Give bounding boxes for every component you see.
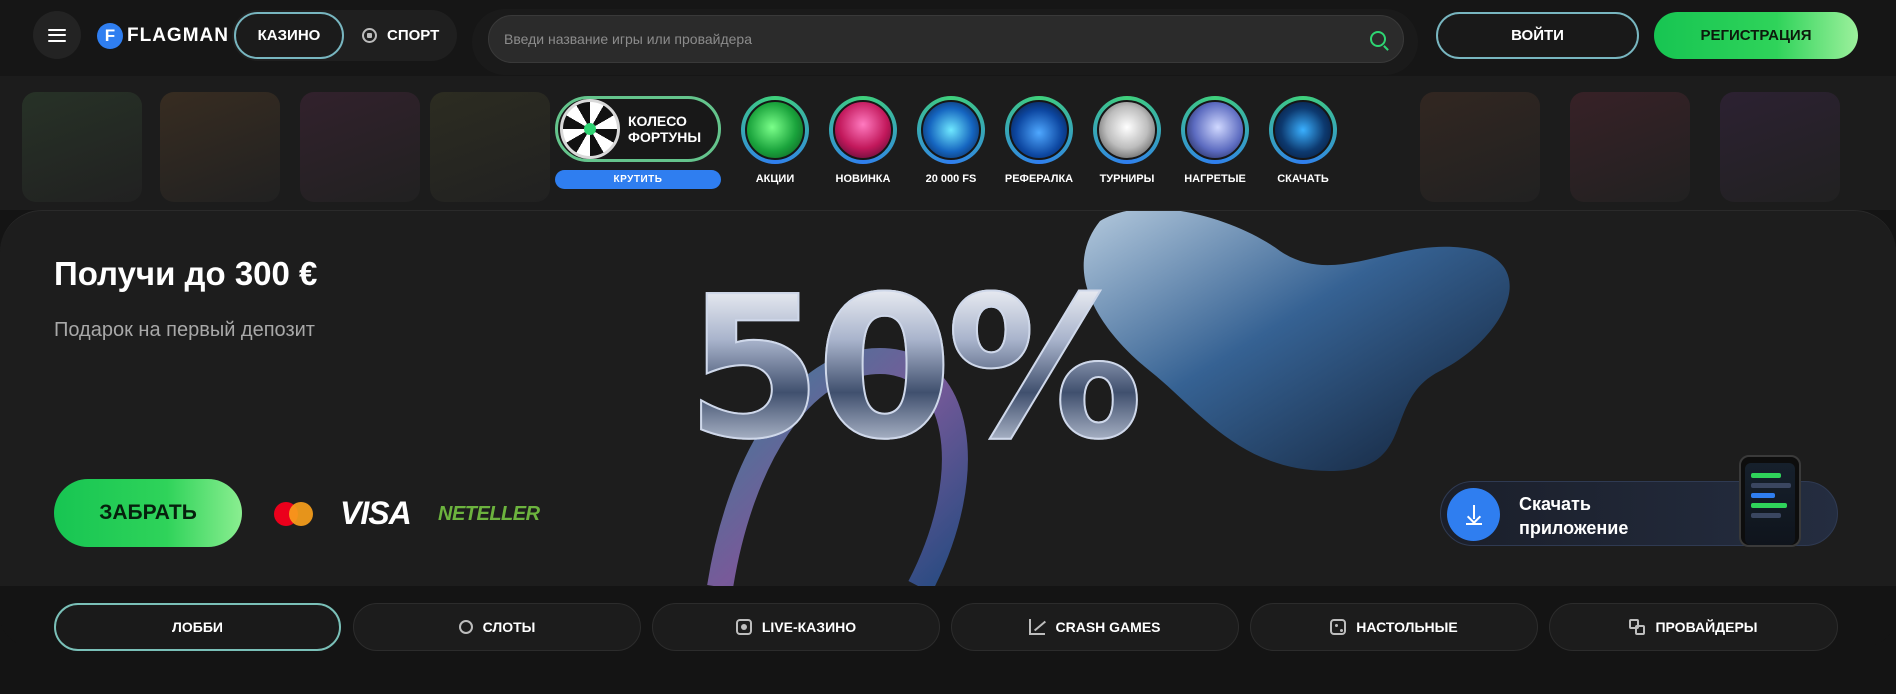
logo[interactable]: F FLAGMAN bbox=[97, 23, 229, 49]
promo-title: Получи до 300 € bbox=[54, 255, 318, 292]
promo-banner: Получи до 300 € Подарок на первый депози… bbox=[0, 210, 1896, 586]
fortune-wheel-label: КОЛЕСО ФОРТУНЫ bbox=[628, 113, 701, 145]
background-game-tile bbox=[1420, 92, 1540, 202]
background-game-tile bbox=[1720, 92, 1840, 202]
tab-label: LIVE-КАЗИНО bbox=[761, 619, 857, 635]
vr-goggles-icon bbox=[921, 100, 981, 160]
tab-label: CRASH GAMES bbox=[1055, 619, 1161, 635]
download-app-line1: Скачать bbox=[1519, 494, 1591, 514]
phone-app-icon bbox=[1273, 100, 1333, 160]
background-game-tile bbox=[160, 92, 280, 202]
section-switch: КАЗИНО СПОРТ bbox=[232, 10, 457, 61]
dice-icon bbox=[1330, 619, 1347, 635]
tab-table-games[interactable]: НАСТОЛЬНЫЕ bbox=[1250, 603, 1538, 651]
piggy-bank-icon bbox=[745, 100, 805, 160]
story-label: НАГРЕТЫЕ bbox=[1184, 173, 1246, 185]
promo-percentage: 50% bbox=[685, 255, 1144, 483]
story-label: ТУРНИРЫ bbox=[1099, 173, 1155, 185]
story-label: АКЦИИ bbox=[755, 173, 795, 185]
spin-button[interactable]: КРУТИТЬ bbox=[555, 170, 721, 189]
story-ring bbox=[1005, 96, 1073, 164]
story-ring bbox=[1181, 96, 1249, 164]
search-icon[interactable] bbox=[1370, 31, 1386, 47]
live-icon bbox=[735, 619, 752, 635]
tab-sport-label: СПОРТ bbox=[387, 27, 440, 44]
story-ring bbox=[1269, 96, 1337, 164]
mastercard-icon bbox=[274, 502, 314, 526]
tab-label: ПРОВАЙДЕРЫ bbox=[1655, 619, 1758, 635]
story-hot[interactable]: НАГРЕТЫЕ bbox=[1180, 96, 1250, 185]
claim-button[interactable]: ЗАБРАТЬ bbox=[54, 479, 242, 547]
tab-slots[interactable]: СЛОТЫ bbox=[353, 603, 641, 651]
story-ring bbox=[741, 96, 809, 164]
fortune-wheel-card[interactable]: КОЛЕСО ФОРТУНЫ bbox=[555, 96, 721, 162]
logo-text: FLAGMAN bbox=[127, 25, 229, 46]
hamburger-icon bbox=[48, 28, 66, 42]
story-label: 20 000 FS bbox=[925, 173, 977, 185]
background-game-tile bbox=[1570, 92, 1690, 202]
story-ring bbox=[829, 96, 897, 164]
logo-mark-icon: F bbox=[97, 23, 123, 49]
phone-mockup-icon bbox=[1739, 455, 1801, 547]
download-app-label: Скачать приложение bbox=[1519, 492, 1628, 540]
background-game-tile bbox=[300, 92, 420, 202]
tab-sport[interactable]: СПОРТ bbox=[362, 12, 439, 59]
background-game-tile bbox=[22, 92, 142, 202]
menu-button[interactable] bbox=[33, 11, 81, 59]
story-label: СКАЧАТЬ bbox=[1277, 173, 1329, 185]
download-icon bbox=[1447, 488, 1500, 541]
story-tournaments[interactable]: ТУРНИРЫ bbox=[1092, 96, 1162, 185]
story-download[interactable]: СКАЧАТЬ bbox=[1268, 96, 1338, 185]
fortune-wheel-icon bbox=[560, 99, 620, 159]
trophy-icon bbox=[1097, 100, 1157, 160]
chart-icon bbox=[1029, 619, 1046, 635]
fortune-wheel-label-line2: ФОРТУНЫ bbox=[628, 129, 702, 145]
search-input[interactable] bbox=[488, 15, 1404, 63]
money-bag-icon bbox=[1009, 100, 1069, 160]
neteller-logo: NETELLER bbox=[438, 503, 540, 525]
promo-subtitle: Подарок на первый депозит bbox=[54, 319, 315, 341]
fortune-wheel-label-line1: КОЛЕСО bbox=[628, 113, 687, 129]
cherries-icon bbox=[458, 620, 473, 634]
story-free-spins[interactable]: 20 000 FS bbox=[916, 96, 986, 185]
story-ring bbox=[917, 96, 985, 164]
tab-label: ЛОББИ bbox=[172, 619, 223, 635]
tab-lobby[interactable]: ЛОББИ bbox=[54, 603, 341, 651]
story-new[interactable]: НОВИНКА bbox=[828, 96, 898, 185]
tab-label: СЛОТЫ bbox=[482, 619, 536, 635]
story-promotions[interactable]: АКЦИИ bbox=[740, 96, 810, 185]
tab-providers[interactable]: ПРОВАЙДЕРЫ bbox=[1549, 603, 1838, 651]
register-button[interactable]: РЕГИСТРАЦИЯ bbox=[1654, 12, 1858, 59]
tab-label: НАСТОЛЬНЫЕ bbox=[1356, 619, 1458, 635]
download-app-card[interactable]: Скачать приложение bbox=[1440, 455, 1838, 547]
story-ring bbox=[1093, 96, 1161, 164]
login-button[interactable]: ВОЙТИ bbox=[1436, 12, 1639, 59]
soccer-ball-icon bbox=[362, 28, 377, 43]
visa-logo: VISA bbox=[340, 495, 412, 531]
story-label: НОВИНКА bbox=[835, 173, 891, 185]
tab-casino[interactable]: КАЗИНО bbox=[234, 12, 344, 59]
story-label: РЕФЕРАЛКА bbox=[1004, 173, 1074, 185]
rocket-icon bbox=[1185, 100, 1245, 160]
story-referral[interactable]: РЕФЕРАЛКА bbox=[1004, 96, 1074, 185]
grid-icon bbox=[1629, 619, 1646, 635]
download-app-line2: приложение bbox=[1519, 518, 1629, 538]
tab-crash-games[interactable]: CRASH GAMES bbox=[951, 603, 1239, 651]
background-game-tile bbox=[430, 92, 550, 202]
new-game-icon bbox=[833, 100, 893, 160]
tab-live-casino[interactable]: LIVE-КАЗИНО bbox=[652, 603, 940, 651]
